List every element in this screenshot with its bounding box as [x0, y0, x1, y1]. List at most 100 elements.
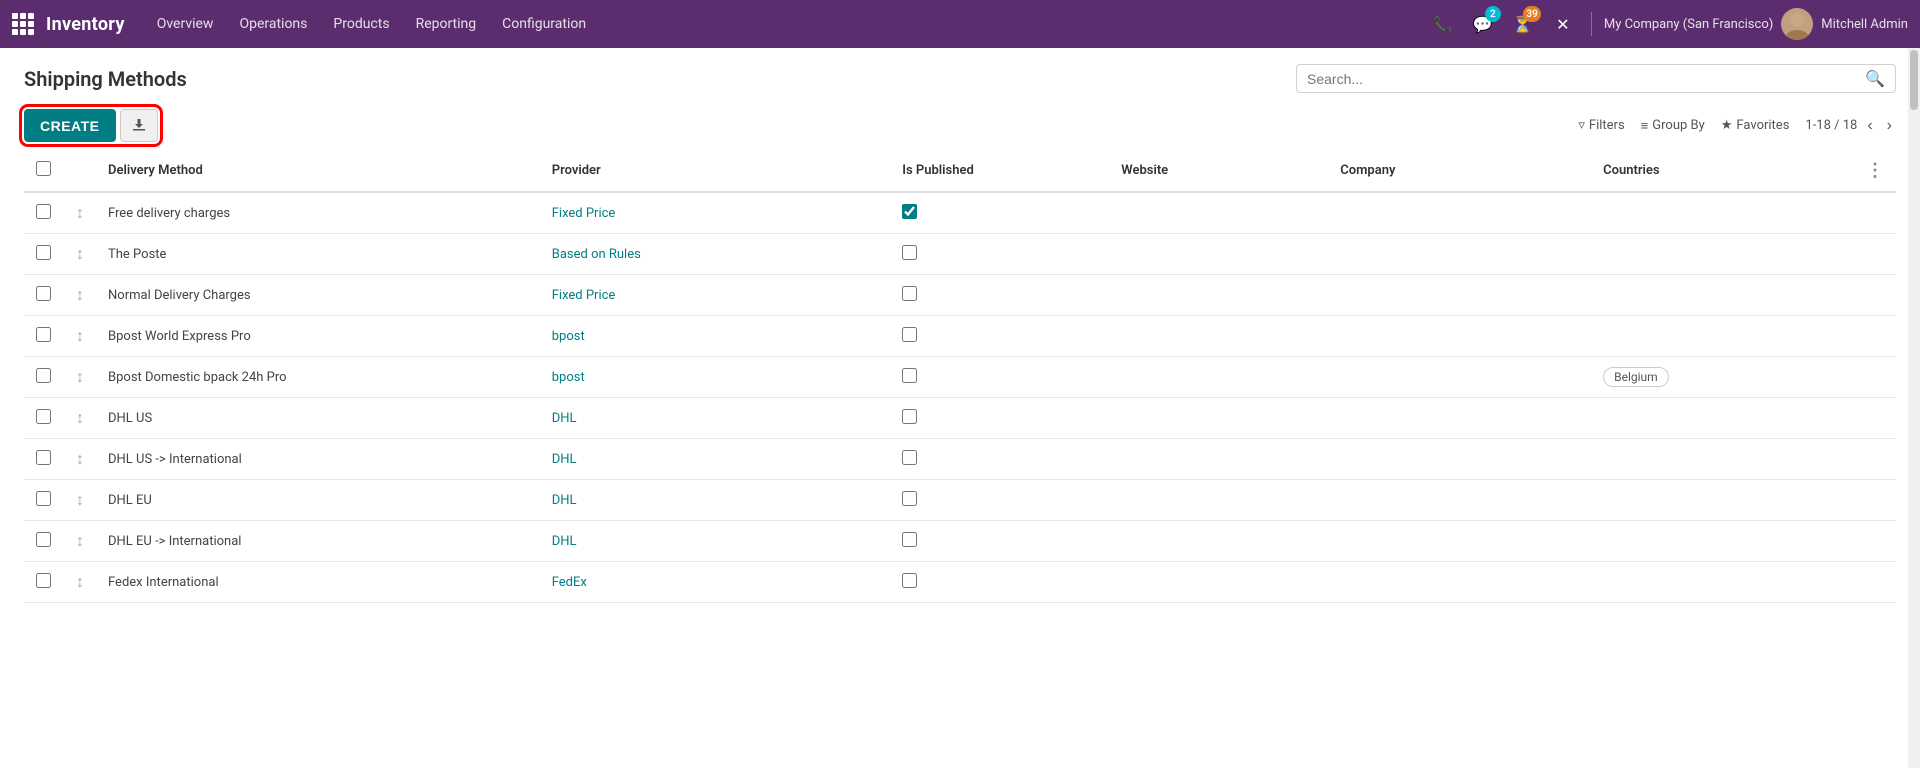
- provider-link[interactable]: bpost: [552, 329, 585, 344]
- column-options-icon[interactable]: ⋮: [1866, 160, 1884, 181]
- header-provider: Provider: [540, 150, 890, 192]
- row-checkbox[interactable]: [36, 409, 51, 424]
- company-cell: [1328, 316, 1591, 357]
- drag-handle-cell: ↕: [64, 562, 96, 603]
- username[interactable]: Mitchell Admin: [1821, 17, 1908, 32]
- row-checkbox[interactable]: [36, 286, 51, 301]
- groupby-icon: ≡: [1641, 118, 1649, 134]
- app-grid-icon[interactable]: [12, 13, 34, 35]
- table-row[interactable]: ↕ Bpost World Express Pro bpost: [24, 316, 1896, 357]
- delivery-method-link[interactable]: Bpost World Express Pro: [108, 329, 251, 344]
- row-checkbox[interactable]: [36, 532, 51, 547]
- drag-handle-icon[interactable]: ↕: [76, 572, 84, 592]
- provider-link[interactable]: DHL: [552, 534, 577, 549]
- drag-handle-icon[interactable]: ↕: [76, 326, 84, 346]
- provider-link[interactable]: Fixed Price: [552, 206, 616, 221]
- delivery-method-link[interactable]: The Poste: [108, 247, 166, 262]
- row-checkbox[interactable]: [36, 450, 51, 465]
- provider-link[interactable]: DHL: [552, 411, 577, 426]
- filters-button[interactable]: ▿ Filters: [1578, 118, 1624, 133]
- vertical-scrollbar[interactable]: [1908, 48, 1920, 768]
- menu-reporting[interactable]: Reporting: [404, 10, 489, 38]
- provider-link[interactable]: DHL: [552, 452, 577, 467]
- delivery-method-link[interactable]: DHL US: [108, 411, 152, 426]
- messages-icon-btn[interactable]: 💬 2: [1467, 8, 1499, 40]
- is-published-checkbox[interactable]: [902, 327, 917, 342]
- search-icon[interactable]: 🔍: [1865, 69, 1885, 88]
- is-published-checkbox[interactable]: [902, 204, 917, 219]
- menu-products[interactable]: Products: [321, 10, 401, 38]
- import-button[interactable]: [120, 109, 158, 142]
- table-row[interactable]: ↕ DHL US DHL: [24, 398, 1896, 439]
- search-input[interactable]: [1307, 71, 1865, 87]
- company-name[interactable]: My Company (San Francisco): [1604, 17, 1773, 32]
- close-icon-btn[interactable]: ✕: [1547, 8, 1579, 40]
- user-avatar[interactable]: [1781, 8, 1813, 40]
- row-more-cell: [1854, 439, 1896, 480]
- drag-handle-icon[interactable]: ↕: [76, 449, 84, 469]
- table-row[interactable]: ↕ DHL US -> International DHL: [24, 439, 1896, 480]
- phone-icon-btn[interactable]: 📞: [1427, 8, 1459, 40]
- row-checkbox-cell: [24, 439, 64, 480]
- drag-handle-icon[interactable]: ↕: [76, 244, 84, 264]
- table-row[interactable]: ↕Bpost Domestic bpack 24h ProbpostBelgiu…: [24, 357, 1896, 398]
- delivery-method-link[interactable]: DHL EU: [108, 493, 152, 508]
- drag-handle-icon[interactable]: ↕: [76, 490, 84, 510]
- is-published-checkbox[interactable]: [902, 532, 917, 547]
- drag-handle-icon[interactable]: ↕: [76, 367, 84, 387]
- company-cell: [1328, 234, 1591, 275]
- delivery-method-link[interactable]: Bpost Domestic bpack 24h Pro: [108, 370, 287, 385]
- drag-handle-icon[interactable]: ↕: [76, 203, 84, 223]
- create-button[interactable]: CREATE: [24, 109, 116, 142]
- row-checkbox[interactable]: [36, 327, 51, 342]
- is-published-checkbox[interactable]: [902, 368, 917, 383]
- is-published-checkbox[interactable]: [902, 409, 917, 424]
- row-more-cell: [1854, 234, 1896, 275]
- brand-name[interactable]: Inventory: [46, 14, 125, 35]
- activity-icon-btn[interactable]: ⏳ 39: [1507, 8, 1539, 40]
- menu-configuration[interactable]: Configuration: [490, 10, 598, 38]
- delivery-method-link[interactable]: Normal Delivery Charges: [108, 288, 251, 303]
- table-row[interactable]: ↕ Normal Delivery Charges Fixed Price: [24, 275, 1896, 316]
- is-published-checkbox[interactable]: [902, 450, 917, 465]
- delivery-method-link[interactable]: DHL US -> International: [108, 452, 242, 467]
- drag-handle-icon[interactable]: ↕: [76, 285, 84, 305]
- pagination-next[interactable]: ›: [1883, 115, 1896, 137]
- row-checkbox[interactable]: [36, 245, 51, 260]
- favorites-label[interactable]: Favorites: [1736, 118, 1789, 133]
- delivery-method-link[interactable]: Free delivery charges: [108, 206, 230, 221]
- company-cell: [1328, 357, 1591, 398]
- provider-link[interactable]: Fixed Price: [552, 288, 616, 303]
- table-row[interactable]: ↕ Free delivery charges Fixed Price: [24, 192, 1896, 234]
- table-row[interactable]: ↕ DHL EU -> International DHL: [24, 521, 1896, 562]
- row-checkbox[interactable]: [36, 491, 51, 506]
- provider-link[interactable]: bpost: [552, 370, 585, 385]
- row-checkbox[interactable]: [36, 368, 51, 383]
- table-row[interactable]: ↕ The Poste Based on Rules: [24, 234, 1896, 275]
- row-checkbox[interactable]: [36, 204, 51, 219]
- row-checkbox[interactable]: [36, 573, 51, 588]
- favorites-button[interactable]: ★ Favorites: [1721, 118, 1790, 133]
- is-published-checkbox[interactable]: [902, 286, 917, 301]
- is-published-cell: [890, 439, 1109, 480]
- provider-link[interactable]: DHL: [552, 493, 577, 508]
- drag-handle-icon[interactable]: ↕: [76, 531, 84, 551]
- group-by-button[interactable]: ≡ Group By: [1641, 118, 1705, 134]
- provider-link[interactable]: FedEx: [552, 575, 587, 590]
- scrollbar-thumb[interactable]: [1910, 50, 1918, 110]
- select-all-checkbox[interactable]: [36, 161, 51, 176]
- delivery-method-link[interactable]: Fedex International: [108, 575, 219, 590]
- is-published-checkbox[interactable]: [902, 491, 917, 506]
- pagination-prev[interactable]: ‹: [1863, 115, 1876, 137]
- provider-link[interactable]: Based on Rules: [552, 247, 641, 262]
- filters-label[interactable]: Filters: [1589, 118, 1625, 133]
- drag-handle-icon[interactable]: ↕: [76, 408, 84, 428]
- menu-overview[interactable]: Overview: [145, 10, 226, 38]
- table-row[interactable]: ↕ Fedex International FedEx: [24, 562, 1896, 603]
- table-row[interactable]: ↕ DHL EU DHL: [24, 480, 1896, 521]
- groupby-label[interactable]: Group By: [1652, 118, 1705, 133]
- delivery-method-link[interactable]: DHL EU -> International: [108, 534, 241, 549]
- is-published-checkbox[interactable]: [902, 573, 917, 588]
- is-published-checkbox[interactable]: [902, 245, 917, 260]
- menu-operations[interactable]: Operations: [227, 10, 319, 38]
